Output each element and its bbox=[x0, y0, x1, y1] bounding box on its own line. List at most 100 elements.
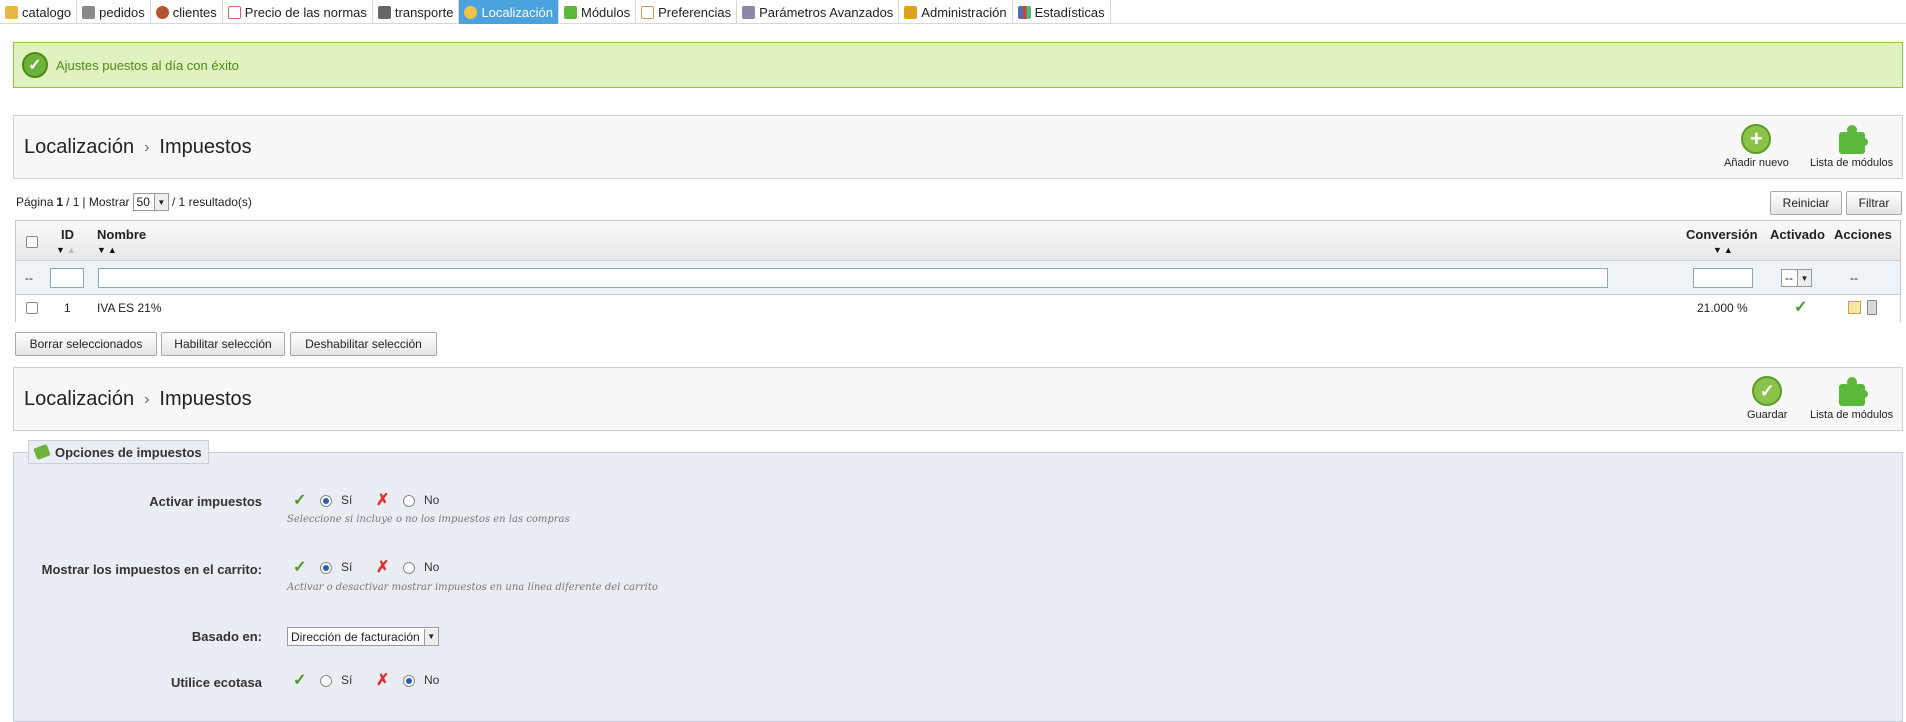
chevron-down-icon: ▼ bbox=[1797, 270, 1811, 286]
yes-check-icon: ✓ bbox=[293, 559, 307, 576]
filter-conversion-input[interactable] bbox=[1693, 268, 1753, 288]
filter-row: -- -- ▼ -- bbox=[16, 261, 1900, 295]
filter-actions-dash: -- bbox=[1850, 271, 1858, 285]
chevron-down-icon: ▼ bbox=[153, 194, 168, 210]
price-rules-icon bbox=[227, 5, 241, 19]
tax-options-legend: Opciones de impuestos bbox=[28, 440, 209, 464]
enable-taxes-no-radio[interactable] bbox=[403, 495, 415, 507]
puzzle-icon bbox=[1836, 124, 1868, 154]
toolbar-list: Localización › Impuestos + Añadir nuevo … bbox=[13, 115, 1903, 179]
ecotax-no-radio[interactable] bbox=[403, 675, 415, 687]
enable-taxes-label: Activar impuestos bbox=[149, 494, 262, 509]
no-label: No bbox=[424, 673, 440, 687]
delete-selected-button[interactable]: Borrar seleccionados bbox=[15, 332, 157, 356]
column-actions: Acciones bbox=[1834, 227, 1892, 242]
toolbar-options: Localización › Impuestos ✓ Guardar Lista… bbox=[13, 367, 1903, 431]
tab-transporte[interactable]: transporte bbox=[373, 0, 460, 24]
check-circle-icon: ✓ bbox=[1752, 376, 1783, 406]
enabled-check-icon[interactable]: ✓ bbox=[1794, 297, 1807, 317]
yes-label: Sí bbox=[341, 560, 353, 574]
tab-precio-normas[interactable]: Precio de las normas bbox=[223, 0, 373, 24]
folder-icon bbox=[5, 5, 18, 19]
ecotax-label: Utilice ecotasa bbox=[170, 675, 262, 690]
breadcrumb-section[interactable]: Localización bbox=[24, 136, 134, 159]
trash-icon[interactable] bbox=[1867, 300, 1877, 315]
tab-administracion[interactable]: Administración bbox=[899, 0, 1013, 24]
reset-button[interactable]: Reiniciar bbox=[1770, 191, 1842, 215]
preferences-icon bbox=[641, 5, 655, 19]
no-cross-icon: ✗ bbox=[376, 672, 390, 689]
enable-selection-button[interactable]: Habilitar selección bbox=[161, 332, 285, 356]
select-all-checkbox[interactable] bbox=[26, 236, 38, 248]
puzzle-icon bbox=[564, 5, 577, 19]
yes-check-icon: ✓ bbox=[293, 672, 307, 689]
yes-label: Sí bbox=[341, 673, 353, 687]
tab-catalogo[interactable]: catalogo bbox=[0, 0, 78, 24]
column-id: ID bbox=[61, 227, 74, 242]
save-button[interactable]: ✓ Guardar bbox=[1747, 376, 1787, 421]
enable-taxes-hint: Seleccione si incluye o no los impuestos… bbox=[287, 514, 570, 525]
chevron-down-icon: ▼ bbox=[423, 628, 438, 645]
tab-preferencias[interactable]: Preferencias bbox=[636, 0, 738, 24]
edit-icon[interactable] bbox=[1848, 301, 1861, 314]
tab-pedidos[interactable]: pedidos bbox=[77, 0, 151, 24]
tab-parametros-avanzados[interactable]: Parámetros Avanzados bbox=[737, 0, 900, 24]
no-label: No bbox=[424, 493, 440, 507]
row-conversion: 21.000 % bbox=[1697, 301, 1748, 315]
cart-icon bbox=[82, 5, 96, 19]
show-tax-cart-label: Mostrar los impuestos en el carrito: bbox=[41, 562, 262, 577]
success-message: ✓ Ajustes puestos al día con éxito bbox=[13, 42, 1903, 88]
truck-icon bbox=[377, 5, 391, 19]
row-id: 1 bbox=[64, 301, 71, 315]
plus-icon: + bbox=[1741, 124, 1772, 154]
enable-taxes-yes-radio[interactable] bbox=[320, 495, 332, 507]
puzzle-icon bbox=[1836, 376, 1868, 406]
no-cross-icon: ✗ bbox=[376, 559, 390, 576]
ecotax-yes-radio[interactable] bbox=[320, 675, 332, 687]
show-tax-cart-no-radio[interactable] bbox=[403, 562, 415, 574]
based-on-select[interactable]: Dirección de facturación ▼ bbox=[287, 627, 439, 646]
row-checkbox[interactable] bbox=[26, 302, 38, 314]
sort-name-arrows[interactable]: ▼▲ bbox=[97, 245, 119, 255]
tab-estadisticas[interactable]: Estadísticas bbox=[1013, 0, 1111, 24]
column-enabled: Activado bbox=[1770, 227, 1825, 242]
breadcrumb-page: Impuestos bbox=[159, 388, 252, 410]
wrench-icon bbox=[742, 5, 756, 19]
sort-conversion-arrows[interactable]: ▼▲ bbox=[1713, 245, 1735, 255]
success-check-icon: ✓ bbox=[22, 52, 48, 78]
show-tax-cart-yes-radio[interactable] bbox=[320, 562, 332, 574]
table-header: ID ▼▲ Nombre ▼▲ Conversión ▼▲ Activado A… bbox=[16, 221, 1900, 261]
tab-modulos[interactable]: Módulos bbox=[559, 0, 637, 24]
bar-chart-icon bbox=[1017, 5, 1031, 19]
table-row[interactable]: 1 IVA ES 21% 21.000 % ✓ bbox=[16, 295, 1900, 322]
yes-label: Sí bbox=[341, 493, 353, 507]
filter-button[interactable]: Filtrar bbox=[1846, 191, 1902, 215]
breadcrumb: Localización › Impuestos bbox=[24, 136, 252, 159]
tax-table: ID ▼▲ Nombre ▼▲ Conversión ▼▲ Activado A… bbox=[15, 220, 1901, 322]
tab-clientes[interactable]: clientes bbox=[151, 0, 223, 24]
filter-id-input[interactable] bbox=[50, 268, 84, 288]
no-label: No bbox=[424, 560, 440, 574]
column-name: Nombre bbox=[97, 227, 147, 242]
module-list-button[interactable]: Lista de módulos bbox=[1810, 124, 1893, 169]
breadcrumb-section[interactable]: Localización bbox=[24, 388, 134, 411]
breadcrumb-page: Impuestos bbox=[159, 136, 252, 158]
yes-check-icon: ✓ bbox=[293, 492, 307, 509]
chevron-right-icon: › bbox=[144, 390, 150, 408]
filter-name-input[interactable] bbox=[98, 268, 1608, 288]
globe-icon bbox=[464, 5, 478, 19]
disable-selection-button[interactable]: Deshabilitar selección bbox=[290, 332, 437, 356]
add-new-button[interactable]: + Añadir nuevo bbox=[1724, 124, 1789, 169]
no-cross-icon: ✗ bbox=[376, 492, 390, 509]
sort-id-arrows[interactable]: ▼▲ bbox=[56, 245, 78, 255]
module-list-button[interactable]: Lista de módulos bbox=[1810, 376, 1893, 421]
per-page-select[interactable]: 50 ▼ bbox=[132, 193, 169, 211]
chevron-right-icon: › bbox=[144, 138, 150, 156]
top-navigation: catalogo pedidos clientes Precio de las … bbox=[0, 0, 1906, 24]
filter-enabled-select[interactable]: -- ▼ bbox=[1781, 269, 1812, 287]
tab-localizacion[interactable]: Localización bbox=[459, 0, 559, 24]
row-name: IVA ES 21% bbox=[97, 301, 162, 315]
success-text: Ajustes puestos al día con éxito bbox=[56, 57, 239, 73]
current-page: 1 bbox=[56, 195, 64, 209]
filter-dash: -- bbox=[25, 271, 33, 285]
